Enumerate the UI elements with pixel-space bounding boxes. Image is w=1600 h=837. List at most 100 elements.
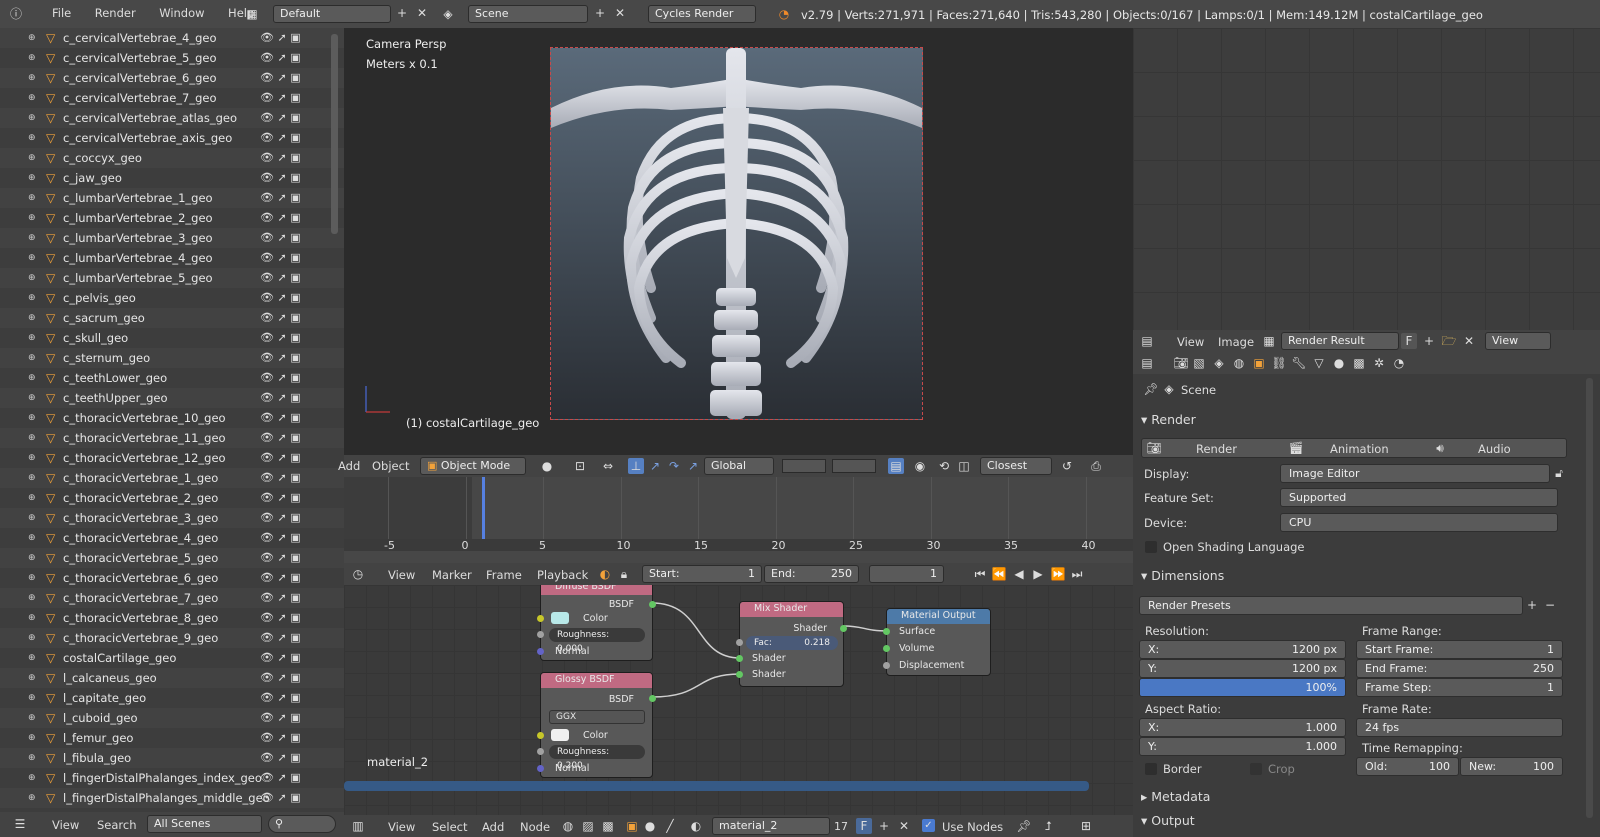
menu-window[interactable]: Window <box>159 6 204 20</box>
remap-old-field[interactable]: Old: 100 <box>1356 757 1459 776</box>
visibility-eye-icon[interactable]: 👁︎ <box>260 711 274 724</box>
glossy-bsdf-node[interactable]: Glossy BSDF BSDF GGX Color Roughness: 0.… <box>537 672 656 778</box>
visibility-eye-icon[interactable]: 👁︎ <box>260 71 274 84</box>
glossy-bsdf-socket[interactable] <box>649 695 656 702</box>
outliner-row[interactable]: ⊕ ▽ c_pelvis_geo 👁︎ ➚ ▣ <box>0 288 344 308</box>
select-arrow-icon[interactable]: ➚ <box>277 271 286 284</box>
render-camera-icon[interactable]: ▣ <box>290 671 300 684</box>
crop-checkbox[interactable] <box>1250 763 1262 775</box>
res-y-field[interactable]: Y: 1200 px <box>1139 659 1346 678</box>
node-editor[interactable]: Diffuse BSDF BSDF Color Roughness: 0.000… <box>344 585 1133 815</box>
visibility-eye-icon[interactable]: 👁︎ <box>260 251 274 264</box>
render-camera-icon[interactable]: ▣ <box>290 571 300 584</box>
outliner-row[interactable]: ⊕ ▽ c_teethLower_geo 👁︎ ➚ ▣ <box>0 368 344 388</box>
expand-icon[interactable]: ⊕ <box>28 68 36 88</box>
expand-icon[interactable]: ⊕ <box>28 48 36 68</box>
snap-rotate-icon[interactable]: ↺ <box>1059 458 1075 474</box>
properties-scrollbar[interactable] <box>1586 378 1593 818</box>
visibility-eye-icon[interactable]: 👁︎ <box>260 651 274 664</box>
outliner-item-name[interactable]: c_pelvis_geo <box>63 291 136 305</box>
tab-world-icon[interactable]: ◍ <box>1231 355 1247 371</box>
manipulator-icon[interactable]: ⇔ <box>600 458 616 474</box>
visibility-eye-icon[interactable]: 👁︎ <box>260 211 274 224</box>
outliner-item-name[interactable]: c_thoracicVertebrae_11_geo <box>63 431 226 445</box>
animation-button[interactable]: Animation <box>1330 442 1389 456</box>
glossy-roughness-field[interactable]: Roughness: 0.200 <box>549 745 645 771</box>
tab-modifiers-icon[interactable]: 🔧︎ <box>1291 355 1307 371</box>
outliner-item-name[interactable]: c_cervicalVertebrae_4_geo <box>63 31 217 45</box>
visibility-eye-icon[interactable]: 👁︎ <box>260 431 274 444</box>
remove-preset-icon[interactable]: − <box>1542 597 1558 613</box>
use-nodes-checkbox[interactable]: ✓ <box>922 819 935 832</box>
outliner-item-name[interactable]: c_lumbarVertebrae_4_geo <box>63 251 213 265</box>
start-frame-field[interactable]: Start: 1 <box>642 565 762 583</box>
diffuse-node-header[interactable]: Diffuse BSDF <box>541 585 652 595</box>
outliner-row[interactable]: ⊕ ▽ l_cuboid_geo 👁︎ ➚ ▣ <box>0 708 344 728</box>
outliner-item-name[interactable]: c_teethUpper_geo <box>63 391 168 405</box>
render-camera-icon[interactable]: ▣ <box>290 151 300 164</box>
expand-icon[interactable]: ⊕ <box>28 128 36 148</box>
outliner-item-name[interactable]: c_thoracicVertebrae_6_geo <box>63 571 218 585</box>
visibility-eye-icon[interactable]: 👁︎ <box>260 231 274 244</box>
render-camera-icon[interactable]: ▣ <box>290 471 300 484</box>
render-camera-icon[interactable]: ▣ <box>290 331 300 344</box>
outliner-row[interactable]: ⊕ ▽ l_capitate_geo 👁︎ ➚ ▣ <box>0 688 344 708</box>
glossy-color-socket[interactable] <box>537 732 544 739</box>
select-arrow-icon[interactable]: ➚ <box>277 291 286 304</box>
menu-file[interactable]: File <box>52 6 71 20</box>
visibility-eye-icon[interactable]: 👁︎ <box>260 671 274 684</box>
texture-type-icon[interactable]: ▨ <box>580 818 596 834</box>
select-arrow-icon[interactable]: ➚ <box>277 331 286 344</box>
expand-icon[interactable]: ⊕ <box>28 148 36 168</box>
outliner-row[interactable]: ⊕ ▽ c_thoracicVertebrae_4_geo 👁︎ ➚ ▣ <box>0 528 344 548</box>
visibility-eye-icon[interactable]: 👁︎ <box>260 191 274 204</box>
outliner-item-name[interactable]: costalCartilage_geo <box>63 651 176 665</box>
visibility-eye-icon[interactable]: 👁︎ <box>260 391 274 404</box>
select-arrow-icon[interactable]: ➚ <box>277 91 286 104</box>
outliner-item-name[interactable]: l_fingerDistalPhalanges_index_geo <box>63 771 262 785</box>
select-arrow-icon[interactable]: ➚ <box>277 791 286 804</box>
outliner-item-name[interactable]: c_lumbarVertebrae_3_geo <box>63 231 213 245</box>
render-camera-icon[interactable]: ▣ <box>290 791 300 804</box>
render-camera-icon[interactable]: ▣ <box>290 291 300 304</box>
image-open-icon[interactable]: 🗁︎ <box>1441 333 1457 349</box>
select-arrow-icon[interactable]: ➚ <box>277 471 286 484</box>
render-camera-icon[interactable]: ▣ <box>290 311 300 324</box>
tab-particles-icon[interactable]: ✲ <box>1371 355 1387 371</box>
render-panel-header[interactable]: ▾ Render <box>1133 409 1573 431</box>
expand-icon[interactable]: ⊕ <box>28 328 36 348</box>
outliner-row[interactable]: ⊕ ▽ l_femur_geo 👁︎ ➚ ▣ <box>0 728 344 748</box>
render-layer-icon[interactable]: ▤ <box>888 458 904 474</box>
scene-icon[interactable]: ◈ <box>440 6 456 22</box>
tab-physics-icon[interactable]: ◔ <box>1391 355 1407 371</box>
material-output-node[interactable]: Material Output Surface Volume Displacem… <box>883 608 991 676</box>
outliner-row[interactable]: ⊕ ▽ c_lumbarVertebrae_4_geo 👁︎ ➚ ▣ <box>0 248 344 268</box>
translate-icon[interactable]: ⊥ <box>628 458 644 474</box>
expand-icon[interactable]: ⊕ <box>28 368 36 388</box>
visibility-eye-icon[interactable]: 👁︎ <box>260 351 274 364</box>
visibility-eye-icon[interactable]: 👁︎ <box>260 31 274 44</box>
render-camera-icon[interactable]: ▣ <box>290 111 300 124</box>
expand-icon[interactable]: ⊕ <box>28 268 36 288</box>
outliner-item-name[interactable]: c_thoracicVertebrae_4_geo <box>63 531 218 545</box>
timeline-playback-menu[interactable]: Playback <box>537 568 588 582</box>
image-browse-icon[interactable]: ▦ <box>1261 333 1277 349</box>
tab-layers-icon[interactable]: ▧ <box>1191 355 1207 371</box>
expand-icon[interactable]: ⊕ <box>28 488 36 508</box>
render-camera-icon[interactable]: ▣ <box>290 271 300 284</box>
render-camera-icon[interactable]: ▣ <box>290 71 300 84</box>
glossy-node-header[interactable]: Glossy BSDF <box>541 673 652 688</box>
visibility-eye-icon[interactable]: 👁︎ <box>260 631 274 644</box>
outliner-row[interactable]: ⊕ ▽ c_cervicalVertebrae_axis_geo 👁︎ ➚ ▣ <box>0 128 344 148</box>
visibility-eye-icon[interactable]: 👁︎ <box>260 691 274 704</box>
expand-icon[interactable]: ⊕ <box>28 588 36 608</box>
outliner-row[interactable]: ⊕ ▽ c_cervicalVertebrae_6_geo 👁︎ ➚ ▣ <box>0 68 344 88</box>
parent-node-icon[interactable]: ⮥ <box>1040 818 1056 834</box>
image-name-field[interactable]: Render Result <box>1281 332 1399 350</box>
outliner-item-name[interactable]: c_lumbarVertebrae_5_geo <box>63 271 213 285</box>
select-arrow-icon[interactable]: ➚ <box>277 751 286 764</box>
select-arrow-icon[interactable]: ➚ <box>277 71 286 84</box>
diffuse-roughness-field[interactable]: Roughness: 0.000 <box>549 628 645 654</box>
visibility-eye-icon[interactable]: 👁︎ <box>260 611 274 624</box>
outliner-item-name[interactable]: c_sternum_geo <box>63 351 150 365</box>
